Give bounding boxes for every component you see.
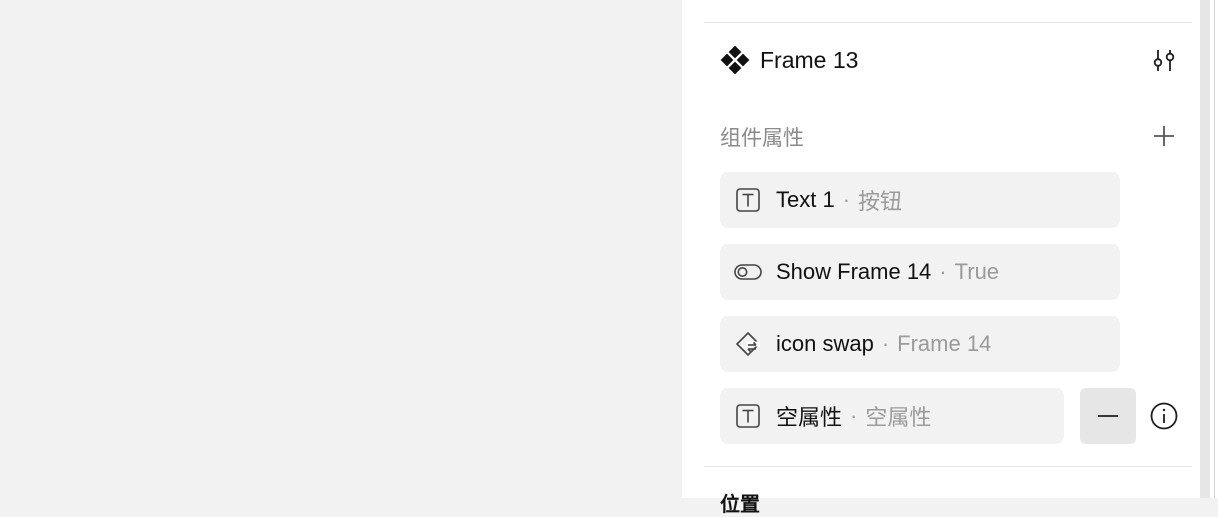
property-name: Text 1 <box>776 187 835 212</box>
component-settings-button[interactable] <box>1148 44 1180 76</box>
property-name: 空属性 <box>776 405 843 430</box>
property-value: 空属性 <box>865 405 932 430</box>
property-value: True <box>954 259 1000 284</box>
component-properties-label: 组件属性 <box>720 127 804 150</box>
text-icon <box>734 402 762 430</box>
property-separator: · <box>881 331 890 356</box>
info-button[interactable] <box>1148 400 1180 432</box>
property-separator: · <box>842 187 851 212</box>
position-section-label: 位置 <box>720 494 760 516</box>
property-separator: · <box>939 259 947 284</box>
plus-icon <box>1154 126 1174 146</box>
panel-edge <box>1214 0 1218 498</box>
component-icon <box>720 45 750 75</box>
toggle-icon <box>734 258 762 286</box>
info-icon <box>1150 402 1178 430</box>
instance-swap-icon <box>734 330 762 358</box>
adjust-icon <box>1153 50 1175 71</box>
property-row-text-1[interactable]: Text 1 · 按钮 <box>720 172 1120 228</box>
property-row-icon-swap[interactable]: icon swap · Frame 14 <box>720 316 1120 372</box>
divider-top <box>704 22 1192 23</box>
property-name: icon swap <box>776 331 874 356</box>
property-name: Show Frame 14 <box>776 259 932 284</box>
canvas-area[interactable] <box>0 0 682 498</box>
property-value: 按钮 <box>858 189 903 214</box>
property-row-empty[interactable]: 空属性 · 空属性 <box>720 388 1064 444</box>
minus-icon <box>1098 415 1118 417</box>
divider-bottom <box>704 466 1192 467</box>
remove-property-button[interactable] <box>1080 388 1136 444</box>
property-row-show-frame-14[interactable]: Show Frame 14 · True <box>720 244 1120 300</box>
frame-header: Frame 13 <box>720 42 858 78</box>
text-icon <box>734 186 762 214</box>
scrollbar[interactable] <box>1200 0 1210 498</box>
add-property-button[interactable] <box>1148 120 1180 152</box>
frame-title: Frame 13 <box>760 46 859 73</box>
property-separator: · <box>850 403 858 428</box>
property-value: Frame 14 <box>897 331 992 356</box>
